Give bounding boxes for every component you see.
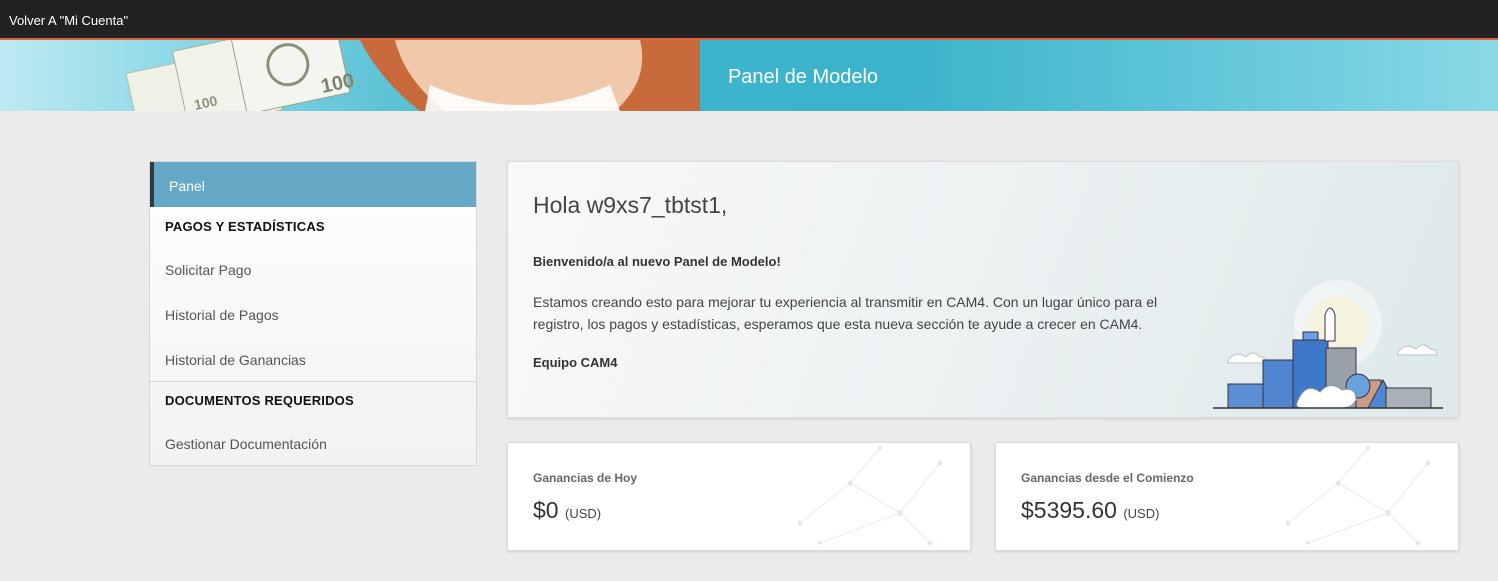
top-bar: Volver A "Mi Cuenta" — [0, 0, 1498, 40]
welcome-panel: Hola w9xs7_tbtst1, Bienvenido/a al nuevo… — [507, 161, 1459, 418]
currency-label: (USD) — [564, 506, 602, 521]
earnings-today-card: Ganancias de Hoy $0 (USD) — [507, 442, 971, 551]
amount-value: $0 — [533, 497, 559, 523]
sidebar-nav: Panel PAGOS Y ESTADÍSTICAS Solicitar Pag… — [149, 161, 477, 466]
amount-value: $5395.60 — [1021, 497, 1117, 523]
welcome-message: Estamos creando esto para mejorar tu exp… — [533, 294, 1158, 332]
sidebar-item-request-payment[interactable]: Solicitar Pago — [165, 262, 251, 278]
sidebar-item-earnings-history[interactable]: Historial de Ganancias — [165, 352, 306, 368]
network-pattern-decoration — [1285, 446, 1431, 546]
back-to-account-link[interactable]: Volver A "Mi Cuenta" — [9, 13, 128, 28]
section-heading-payments-stats: PAGOS Y ESTADÍSTICAS — [165, 219, 325, 234]
sidebar-divider — [150, 381, 476, 382]
hero-banner: 100 100 Panel de Modelo — [0, 40, 1498, 111]
earnings-today-amount: $0 (USD) — [533, 497, 601, 524]
card-label: Ganancias de Hoy — [533, 471, 638, 485]
currency-label: (USD) — [1123, 506, 1160, 521]
earnings-total-amount: $5395.60 (USD) — [1021, 497, 1159, 524]
city-illustration-image — [1213, 280, 1443, 409]
welcome-signature: Equipo CAM4 — [533, 355, 618, 370]
network-pattern-decoration — [797, 446, 943, 546]
greeting-heading: Hola w9xs7_tbtst1, — [533, 192, 728, 218]
sidebar-item-panel[interactable]: Panel — [150, 162, 476, 207]
sidebar-item-label: Panel — [169, 178, 205, 194]
card-label: Ganancias desde el Comienzo — [1021, 471, 1194, 485]
section-heading-required-documents: DOCUMENTOS REQUERIDOS — [165, 393, 354, 408]
earnings-total-card: Ganancias desde el Comienzo $5395.60 (US… — [995, 442, 1459, 551]
page-title: Panel de Modelo — [727, 66, 879, 88]
sidebar-item-manage-documents[interactable]: Gestionar Documentación — [165, 436, 327, 452]
sidebar-item-payment-history[interactable]: Historial de Pagos — [165, 307, 279, 323]
welcome-headline: Bienvenido/a al nuevo Panel de Modelo! — [533, 254, 781, 269]
